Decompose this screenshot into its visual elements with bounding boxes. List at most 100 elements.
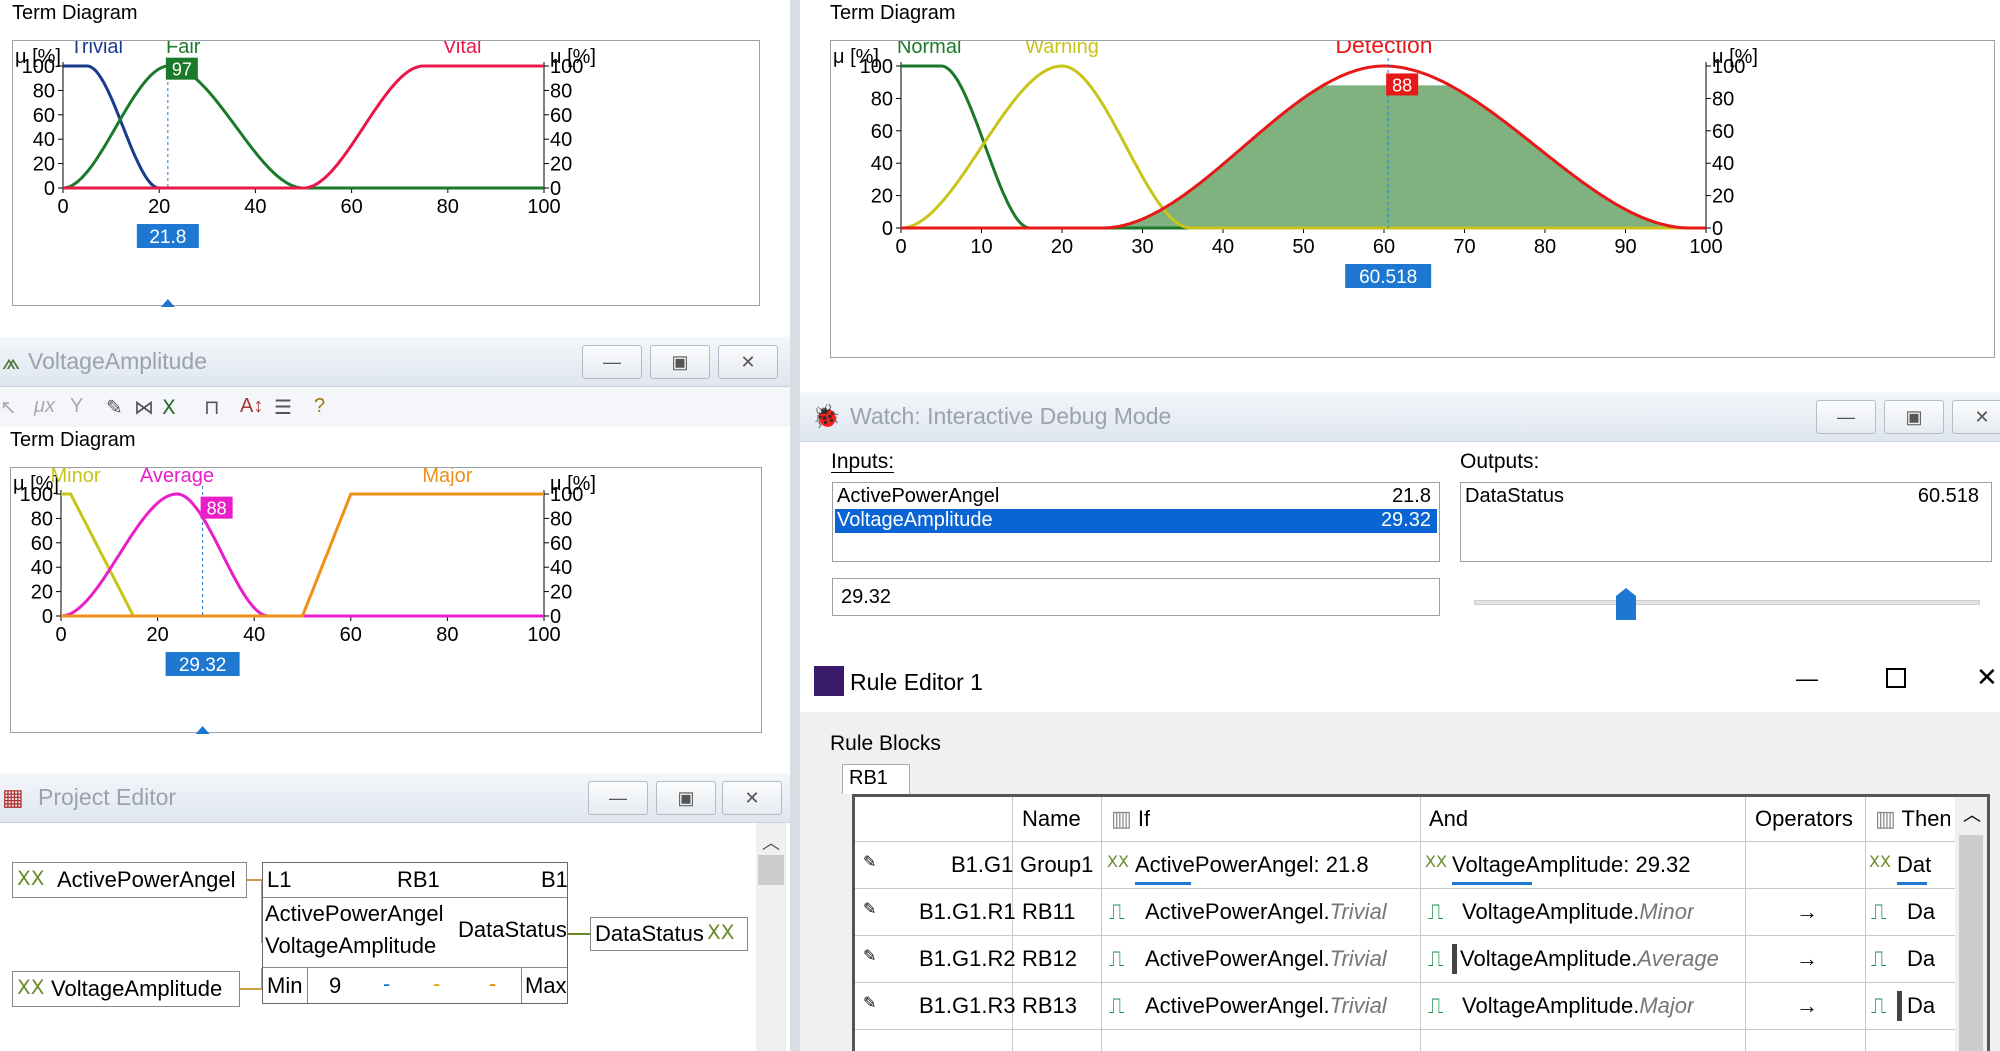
then-cell: Da — [1907, 899, 1936, 924]
minimize-button[interactable]: — — [1816, 400, 1876, 434]
term-label-vital: Vital — [443, 41, 482, 58]
x-tick-label: 100 — [527, 196, 560, 218]
pencil-icon[interactable]: ✎ — [106, 395, 123, 420]
row-id: B1.G1 — [951, 852, 1014, 877]
term-diagram-panel-activepowerangel: Term Diagram 0 0 20 20 40 40 60 60 80 80 100 100 0 20… — [0, 0, 790, 335]
title-bar[interactable]: Rule Editor 1 — ✕ — [800, 652, 2000, 712]
col-header-and[interactable]: And — [1429, 806, 1468, 832]
maximize-button[interactable]: ▣ — [1884, 400, 1944, 434]
col-header-name[interactable]: Name — [1022, 806, 1081, 832]
y-tick-label-left: 0 — [882, 218, 893, 240]
table-row[interactable]: ✎ B1.G1.R3 RB13 ⎍ ActivePowerAngel.Trivi… — [855, 983, 1955, 1029]
datastatus-term-chart[interactable]: 0 020 2040 4060 6080 80100 1000 10 20 30 40 50 60 70 8… — [831, 41, 1996, 359]
operator[interactable]: → — [1796, 993, 1818, 1019]
y-unit-right: μ [%] — [1712, 46, 1758, 68]
splitter-vertical[interactable] — [790, 0, 800, 1051]
close-button[interactable]: ✕ — [1976, 662, 1998, 693]
title-bar[interactable]: ⩕ VoltageAmplitude — ▣ ✕ — [0, 337, 790, 387]
output-fill-area — [901, 85, 1706, 229]
block-dash-1: - — [383, 971, 391, 996]
edit-icon[interactable]: ✎ — [863, 946, 876, 966]
input-value-label: 21.8 — [149, 227, 186, 248]
y-tick-label-left: 20 — [33, 154, 55, 176]
voltageamplitude-term-chart[interactable]: 0 020 2040 4060 6080 80100 1000 20 40 60 80 100μ [%… — [11, 468, 763, 734]
value-slider[interactable] — [1474, 588, 1980, 620]
table-row[interactable]: ✎ B1.G1.R2 RB12 ⎍ ActivePowerAngel.Trivi… — [855, 936, 1955, 982]
help-icon[interactable]: ? — [314, 395, 325, 418]
input-value: 29.32 — [1380, 509, 1431, 531]
cursor-icon[interactable]: ↖ — [0, 395, 17, 420]
col-header-if[interactable]: ▥ If — [1111, 806, 1150, 832]
minimize-button[interactable]: — — [588, 781, 648, 815]
mu-x-icon[interactable]: μx — [34, 395, 55, 418]
input-name: VoltageAmplitude — [837, 509, 993, 531]
close-button[interactable]: ✕ — [718, 345, 778, 379]
scrollbar-vertical[interactable]: ︿ — [756, 823, 786, 1051]
x-tick-label: 80 — [436, 624, 458, 646]
scrollbar-thumb[interactable] — [758, 855, 784, 885]
term-label-detection: Detection — [1335, 41, 1432, 58]
x-tick-label: 50 — [1292, 236, 1314, 258]
y-tick-label-left: 20 — [31, 582, 53, 604]
value-input[interactable] — [832, 578, 1440, 616]
filter-icon[interactable]: Y — [70, 395, 83, 418]
maximize-button[interactable] — [1886, 668, 1906, 688]
outputs-list[interactable]: DataStatus 60.518 — [1460, 482, 1992, 562]
col-header-then[interactable]: ▥ Then — [1875, 806, 1950, 832]
scrollbar-thumb[interactable] — [1959, 835, 1983, 1051]
active-membership-value: 88 — [1392, 75, 1412, 95]
link-icon[interactable]: ⊓ — [204, 395, 220, 420]
list-item-selected[interactable]: VoltageAmplitude 29.32 — [835, 509, 1437, 533]
and-var: VoltageAmplitude. — [1462, 993, 1640, 1018]
close-button[interactable]: ✕ — [722, 781, 782, 815]
col-header-operators[interactable]: Operators — [1755, 806, 1853, 832]
terms-icon[interactable]: ⋈ — [134, 395, 154, 420]
y-tick-label-right: 20 — [550, 154, 572, 176]
value-pointer-icon — [160, 299, 175, 307]
table-row[interactable]: ✎ B1.G1.R1 RB11 ⎍ ActivePowerAngel.Trivi… — [855, 889, 1955, 935]
block-output: DataStatus — [458, 917, 567, 942]
if-cell: ActivePowerAngel.Trivial — [1145, 946, 1387, 972]
x-tick-label: 10 — [970, 236, 992, 258]
activepowerangel-term-chart[interactable]: 0 020 2040 4060 6080 80100 1000 20 40 60 80 100μ [%… — [13, 41, 761, 307]
edit-icon[interactable]: ✎ — [863, 852, 876, 872]
sort-icon[interactable]: A↕ — [240, 395, 263, 418]
output-node-datastatus[interactable]: DataStatus ⅩⅩ — [590, 917, 748, 951]
rule-block-node[interactable]: L1 RB1 B1 ActivePowerAngel VoltageAmplit… — [262, 862, 568, 1004]
maximize-button[interactable]: ▣ — [656, 781, 716, 815]
chevron-up-icon[interactable]: ︿ — [762, 829, 780, 855]
col-header-then-label: Then — [1901, 806, 1950, 831]
close-button[interactable]: ✕ — [1952, 400, 2000, 434]
inputs-list[interactable]: ActivePowerAngel 21.8 VoltageAmplitude 2… — [832, 482, 1440, 562]
edit-icon[interactable]: ✎ — [863, 899, 876, 919]
input-name: ActivePowerAngel — [837, 485, 1000, 507]
scrollbar-vertical[interactable]: ︿ — [1955, 797, 1987, 1051]
slider-thumb[interactable] — [1616, 588, 1636, 620]
then-value: Dat — [1897, 852, 1932, 877]
edit-icon[interactable]: ✎ — [863, 993, 876, 1013]
table-row-group[interactable]: ✎ B1.G1 Group1 ⅩⅩ ActivePowerAngel: 21.8… — [855, 842, 1955, 888]
list-item[interactable]: DataStatus 60.518 — [1463, 485, 1989, 509]
tab-rb1[interactable]: RB1 — [842, 764, 910, 794]
chart-frame: 0 0 20 20 40 40 60 60 80 80 100 100 0 20 40 60 80 100 μ [%… — [12, 40, 761, 307]
chevron-up-icon[interactable]: ︿ — [1963, 801, 1981, 827]
block-min: Min — [267, 973, 303, 998]
operator[interactable]: → — [1796, 899, 1818, 925]
x-tick-label: 60 — [340, 624, 362, 646]
block-max: Max — [525, 973, 567, 998]
slider-track — [1474, 600, 1980, 605]
xx-icon[interactable]: Ⅹ — [162, 395, 176, 420]
title-bar[interactable]: ▦ Project Editor — ▣ ✕ — [0, 773, 790, 823]
row-id: B1.G1.R3 — [919, 993, 1016, 1018]
list-icon[interactable]: ☰ — [274, 395, 292, 420]
bug-icon: 🐞 — [812, 403, 841, 429]
maximize-button[interactable]: ▣ — [650, 345, 710, 379]
term-curve-minor — [61, 492, 544, 618]
title-bar[interactable]: 🐞 Watch: Interactive Debug Mode — ▣ ✕ — [800, 392, 2000, 442]
minimize-button[interactable]: — — [582, 345, 642, 379]
operator[interactable]: → — [1796, 946, 1818, 972]
xx-icon: ⅩⅩ — [707, 922, 735, 944]
row-id: B1.G1.R2 — [919, 946, 1016, 971]
minimize-button[interactable]: — — [1796, 666, 1818, 692]
list-item[interactable]: ActivePowerAngel 21.8 — [835, 485, 1437, 509]
